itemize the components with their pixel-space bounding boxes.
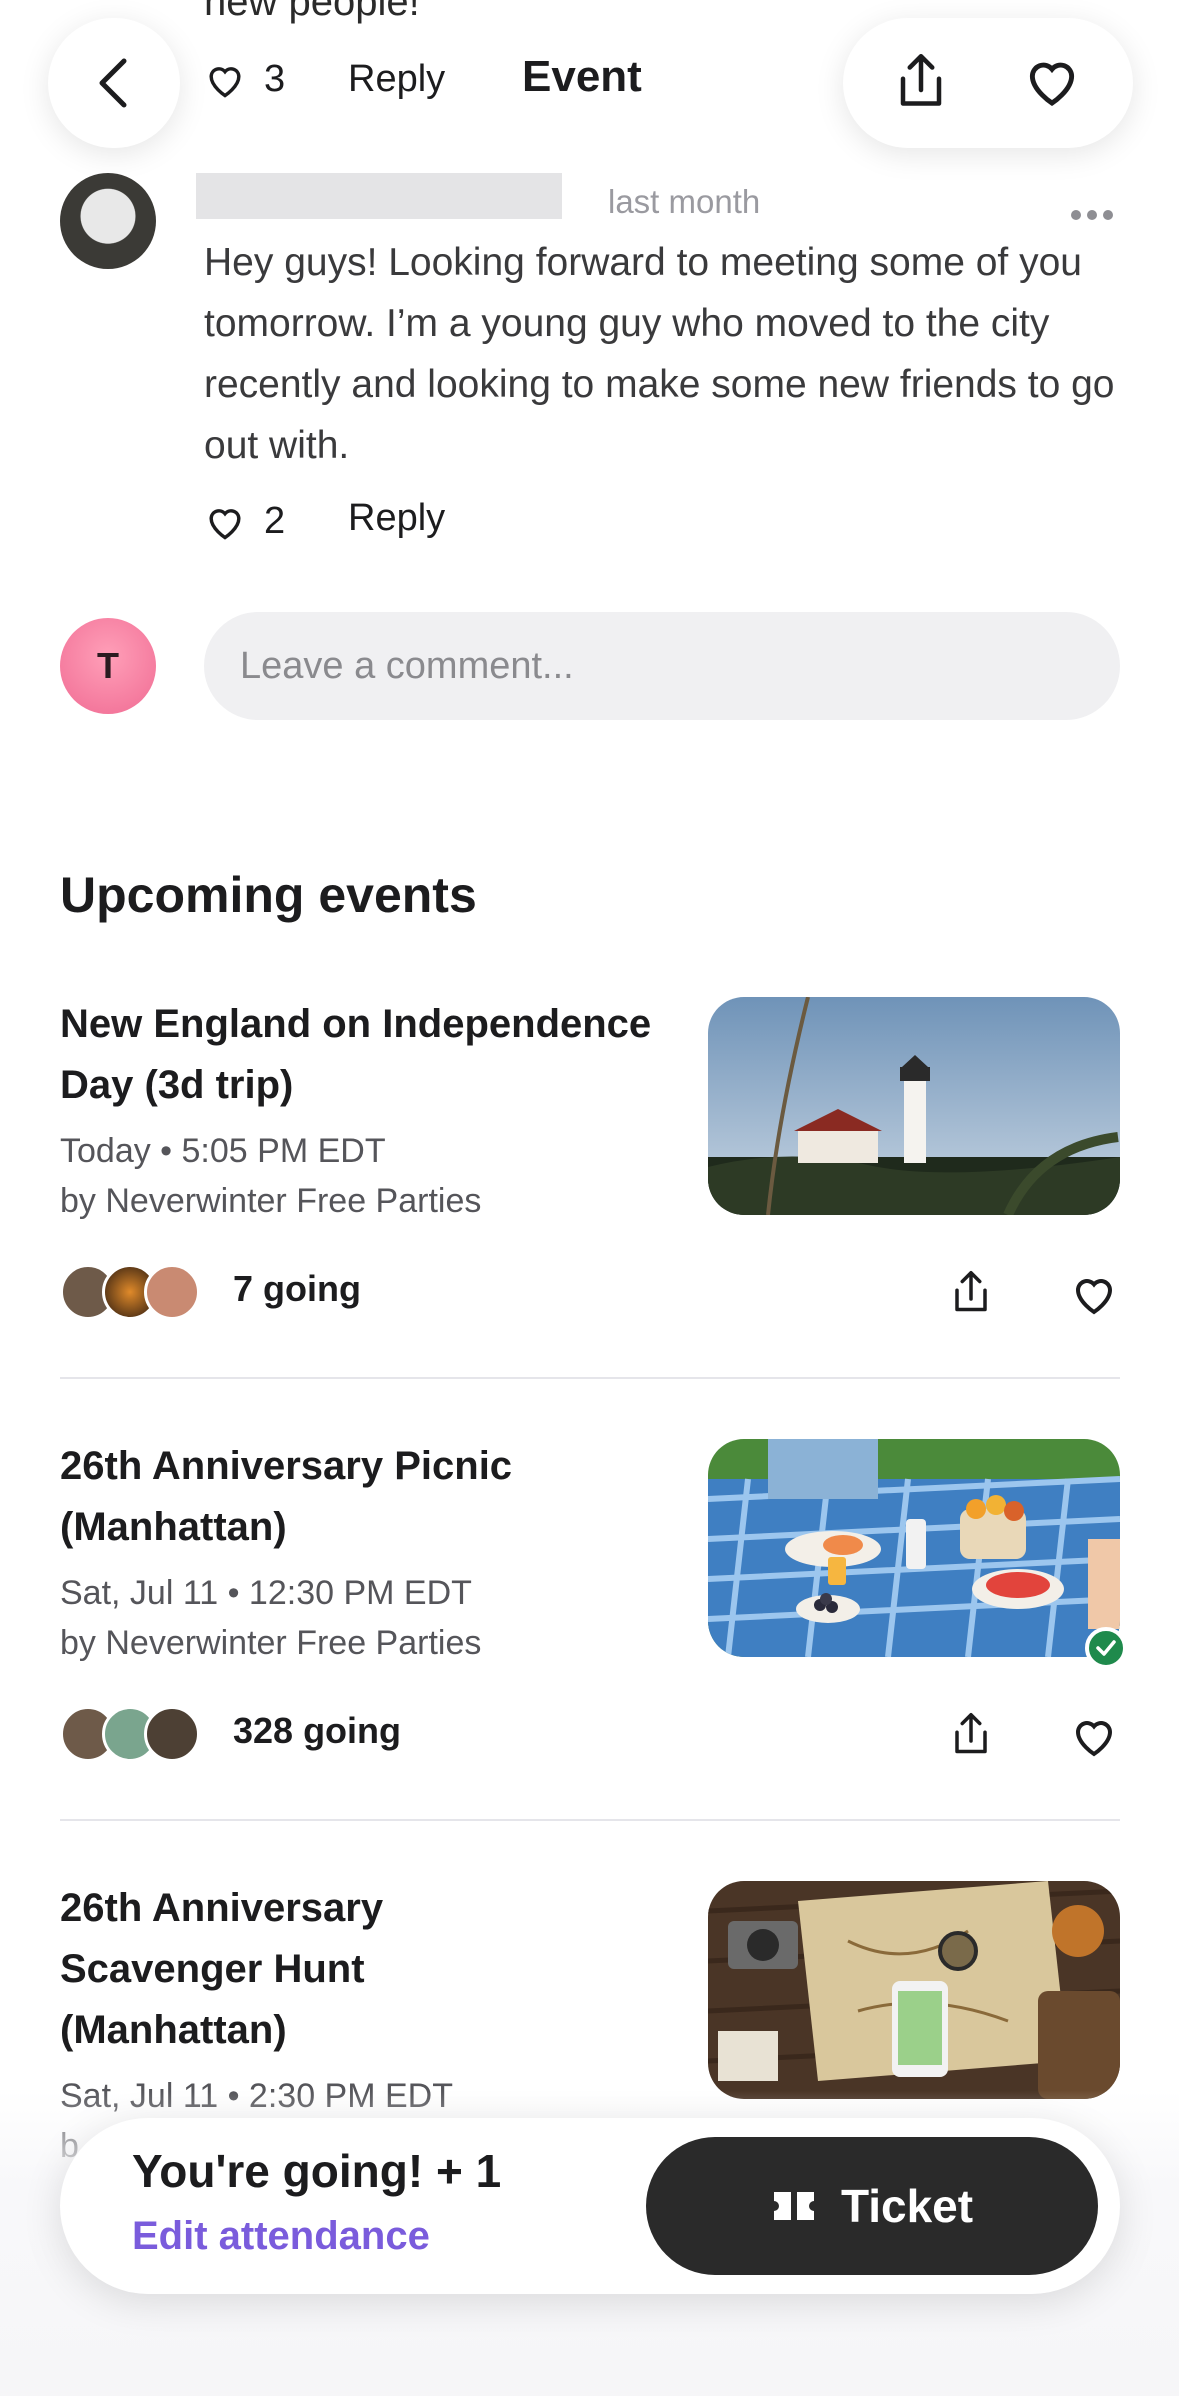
previous-comment-like-count: 3 xyxy=(264,58,286,100)
more-options-button[interactable] xyxy=(1070,186,1114,231)
share-icon xyxy=(955,1713,987,1754)
heart-icon xyxy=(209,66,241,98)
back-button[interactable] xyxy=(48,18,180,148)
previous-comment-like-button[interactable]: 3 xyxy=(204,58,285,101)
avatar xyxy=(144,1706,200,1762)
event-share-button[interactable] xyxy=(950,1710,992,1758)
heart-icon xyxy=(209,508,241,540)
event-favorite-button[interactable] xyxy=(1070,1714,1118,1758)
event-image[interactable] xyxy=(708,997,1120,1215)
scavenger-hunt-photo xyxy=(708,1881,1120,2099)
comment-input[interactable] xyxy=(204,612,1120,720)
ticket-button[interactable]: Ticket xyxy=(646,2137,1098,2275)
heart-icon xyxy=(1075,1721,1113,1757)
ticket-label: Ticket xyxy=(840,2180,974,2232)
going-count: 7 going xyxy=(233,1268,361,1309)
event-share-button[interactable] xyxy=(950,1268,992,1316)
comment-like-button[interactable]: 2 xyxy=(204,500,285,543)
check-icon xyxy=(1096,1640,1116,1656)
commenter-avatar[interactable] xyxy=(60,173,156,269)
more-horizontal-icon xyxy=(1071,210,1113,220)
share-icon xyxy=(900,53,942,106)
header-actions xyxy=(843,18,1133,148)
comment-reply-button[interactable]: Reply xyxy=(348,497,445,540)
upcoming-events-title: Upcoming events xyxy=(60,867,477,923)
previous-comment-reply-button[interactable]: Reply xyxy=(348,58,445,101)
favorite-button[interactable] xyxy=(1022,54,1082,113)
going-count: 328 going xyxy=(233,1710,402,1751)
page-title: Event xyxy=(522,52,642,101)
avatar xyxy=(144,1264,200,1320)
share-icon xyxy=(955,1271,987,1312)
attending-check-badge xyxy=(1085,1627,1127,1669)
heart-icon xyxy=(1075,1279,1113,1315)
previous-comment-tail: new people! xyxy=(204,0,420,24)
comment-like-count: 2 xyxy=(264,500,286,542)
comment-body: Hey guys! Looking forward to meeting som… xyxy=(204,241,1115,467)
attendee-avatars xyxy=(60,1264,200,1320)
picnic-photo xyxy=(708,1439,1120,1657)
edit-attendance-link[interactable]: Edit attendance xyxy=(132,2214,430,2259)
event-title: 26th Anniversary Scavenger Hunt (Manhatt… xyxy=(60,1886,384,2052)
attendance-status: You're going! + 1 xyxy=(132,2145,502,2197)
event-title: New England on Independence Day (3d trip… xyxy=(60,1002,652,1107)
event-organizer: by Neverwinter Free Parties xyxy=(60,1624,482,1662)
chevron-left-icon xyxy=(99,58,127,108)
divider xyxy=(60,1819,1120,1821)
share-button[interactable] xyxy=(894,51,948,116)
ticket-icon xyxy=(773,2192,814,2220)
event-image[interactable] xyxy=(708,1881,1120,2099)
heart-icon xyxy=(1029,62,1075,106)
event-time: Sat, Jul 11 • 12:30 PM EDT xyxy=(60,1574,472,1612)
event-title: 26th Anniversary Picnic (Manhattan) xyxy=(60,1444,513,1549)
current-user-avatar: T xyxy=(60,618,156,714)
event-organizer: by Neverwinter Free Parties xyxy=(60,1182,482,1220)
lighthouse-photo xyxy=(708,997,1120,1215)
event-time: Today • 5:05 PM EDT xyxy=(60,1132,386,1170)
event-image[interactable] xyxy=(708,1439,1120,1657)
divider xyxy=(60,1377,1120,1379)
event-favorite-button[interactable] xyxy=(1070,1272,1118,1316)
attendee-avatars xyxy=(60,1706,200,1762)
commenter-name-redacted xyxy=(196,173,562,219)
avatar-initial: T xyxy=(97,645,119,686)
comment-timestamp: last month xyxy=(608,183,761,220)
